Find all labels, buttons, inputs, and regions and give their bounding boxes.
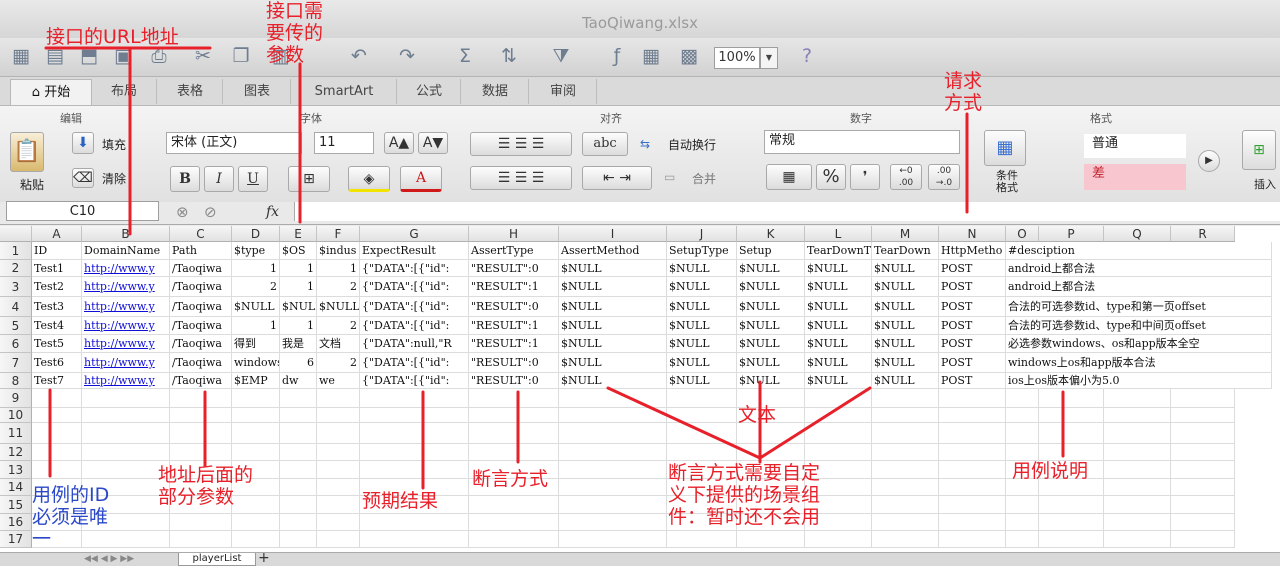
annotation-id: 用例的ID 必须是唯 一 — [32, 484, 110, 550]
annotation-method: 请求 方式 — [944, 70, 983, 114]
annotation-params: 接口需 要传的 参数 — [266, 0, 324, 66]
annotation-assert: 断言方式 — [472, 468, 549, 490]
annotation-path: 地址后面的 部分参数 — [158, 464, 254, 508]
annotation-desc: 用例说明 — [1012, 460, 1089, 482]
annotation-scenario: 断言方式需要自定 义下提供的场景组 件：暂时还不会用 — [668, 462, 821, 528]
annotation-text: 文本 — [738, 404, 777, 426]
pointer-teardown — [758, 386, 872, 460]
annotation-expect: 预期结果 — [362, 490, 439, 512]
annotation-url: 接口的URL地址 — [46, 26, 179, 48]
